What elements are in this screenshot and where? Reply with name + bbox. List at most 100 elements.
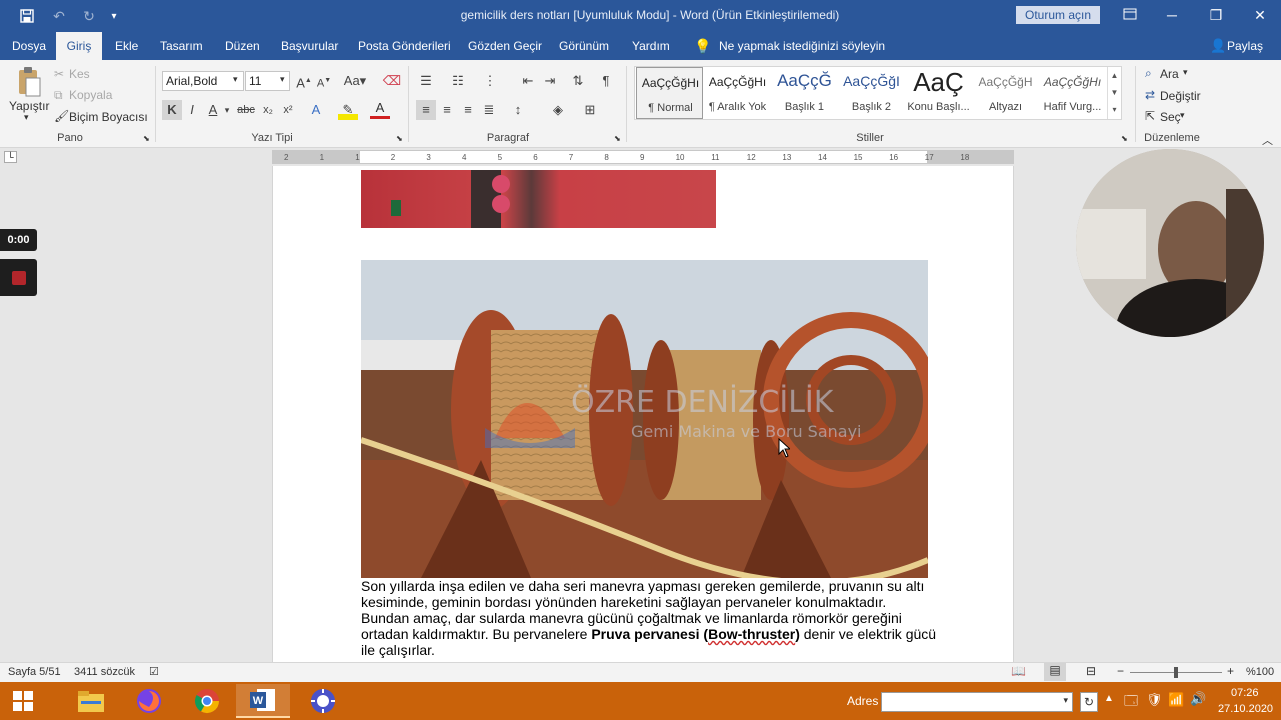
font-color-icon[interactable]: A — [370, 100, 390, 119]
screen-recorder-icon[interactable] — [296, 684, 350, 718]
customize-qat-icon[interactable]: ▾ — [106, 6, 122, 26]
paste-button[interactable]: Yapıştır — [9, 99, 49, 113]
select-dropdown-icon[interactable]: ▾ — [1180, 110, 1185, 121]
replace-button[interactable]: Değiştir — [1160, 89, 1201, 103]
align-right-icon[interactable]: ≡ — [458, 100, 478, 120]
font-launcher-icon[interactable]: ⬊ — [396, 134, 403, 143]
strikethrough-icon[interactable]: abc — [236, 100, 256, 120]
style-subtle-emphasis[interactable]: AaÇçĞğHı Hafif Vurg... — [1039, 67, 1106, 119]
chrome-icon[interactable] — [180, 684, 234, 718]
paste-icon[interactable] — [16, 66, 42, 98]
collapse-ribbon-icon[interactable]: ︿ — [1262, 132, 1273, 148]
find-dropdown-icon[interactable]: ▾ — [1183, 67, 1188, 78]
style-normal[interactable]: AaÇçĞğHı ¶ Normal — [636, 67, 703, 119]
paragraph-launcher-icon[interactable]: ⬊ — [614, 134, 621, 143]
styles-launcher-icon[interactable]: ⬊ — [1121, 134, 1128, 143]
zoom-level[interactable]: %100 — [1246, 666, 1274, 678]
start-button[interactable] — [0, 684, 46, 718]
tab-duzen[interactable]: Düzen — [225, 32, 260, 60]
sign-in-button[interactable]: Oturum açın — [1016, 6, 1100, 24]
word-icon[interactable]: W — [236, 684, 290, 718]
proofing-icon[interactable]: ☑ — [149, 665, 159, 678]
select-button[interactable]: Seç — [1160, 110, 1181, 124]
zoom-in-icon[interactable]: + — [1227, 664, 1234, 678]
format-painter-button[interactable]: Biçim Boyacısı — [69, 110, 148, 124]
body-paragraph[interactable]: Son yıllarda inşa edilen ve daha seri ma… — [361, 578, 941, 658]
tab-dosya[interactable]: Dosya — [12, 32, 46, 60]
mooring-winch-image[interactable]: ÖZRE DENİZCİLİK Gemi Makina ve Boru Sana… — [361, 260, 928, 578]
align-left-icon[interactable]: ≡ — [416, 100, 436, 120]
style-subtitle[interactable]: AaÇçĞğH Altyazı — [972, 67, 1039, 119]
undo-icon[interactable]: ↶ — [46, 6, 72, 26]
ribbon-display-options-icon[interactable] — [1110, 4, 1150, 26]
cut-button[interactable]: Kes — [69, 67, 90, 81]
tab-posta-gonderileri[interactable]: Posta Gönderileri — [358, 32, 451, 60]
style-heading-2[interactable]: AaÇçĞğI Başlık 2 — [838, 67, 905, 119]
line-spacing-icon[interactable]: ↕ — [508, 100, 528, 120]
tab-gorunum[interactable]: Görünüm — [559, 32, 609, 60]
stop-recording-button[interactable] — [0, 259, 37, 296]
tray-app-icon[interactable]: 🗔 — [1124, 692, 1138, 714]
tell-me-search[interactable]: Ne yapmak istediğinizi söyleyin — [719, 32, 885, 60]
style-heading-1[interactable]: AaÇçĞ Başlık 1 — [771, 67, 838, 119]
copy-button[interactable]: Kopyala — [69, 88, 112, 102]
defender-icon[interactable]: 🛡 — [1146, 692, 1163, 708]
zoom-out-icon[interactable]: − — [1117, 664, 1124, 678]
paste-dropdown-icon[interactable]: ▾ — [24, 112, 29, 123]
justify-icon[interactable]: ≣ — [479, 100, 499, 120]
address-refresh-icon[interactable]: ↻ — [1080, 692, 1098, 712]
anchor-windlass-image[interactable] — [361, 170, 716, 228]
word-count[interactable]: 3411 sözcük — [74, 666, 135, 678]
restore-icon[interactable]: ❐ — [1196, 4, 1236, 26]
clipboard-launcher-icon[interactable]: ⬊ — [143, 134, 150, 143]
redo-icon[interactable]: ↻ — [78, 6, 100, 26]
firefox-icon[interactable] — [122, 684, 176, 718]
zoom-slider-thumb[interactable] — [1174, 667, 1178, 678]
numbering-icon[interactable]: ☷ — [448, 71, 468, 91]
close-icon[interactable]: ✕ — [1240, 4, 1280, 26]
font-size-dropdown-icon[interactable]: ▾ — [280, 74, 285, 85]
page-count[interactable]: Sayfa 5/51 — [8, 666, 61, 678]
italic-button[interactable]: I — [182, 100, 202, 120]
font-name-field[interactable]: Arial,Bold — [162, 71, 244, 91]
bold-button[interactable]: K — [162, 100, 182, 120]
clock-date[interactable]: 27.10.2020 — [1218, 703, 1273, 715]
lightbulb-icon[interactable]: 💡 — [694, 32, 711, 60]
text-effects-icon[interactable]: A — [306, 100, 326, 120]
file-explorer-icon[interactable] — [64, 684, 118, 718]
superscript-icon[interactable]: x² — [278, 100, 298, 120]
read-mode-icon[interactable]: 📖 — [1011, 664, 1026, 678]
change-case-icon[interactable]: Aa▾ — [342, 71, 368, 91]
styles-scroll-icon[interactable]: ▲ ▼ ▾ — [1107, 67, 1121, 119]
address-input[interactable]: ▾ — [881, 692, 1073, 712]
tab-yardim[interactable]: Yardım — [632, 32, 670, 60]
show-formatting-icon[interactable]: ¶ — [596, 71, 616, 91]
increase-indent-icon[interactable]: ⇥ — [540, 71, 560, 91]
tab-tasarim[interactable]: Tasarım — [160, 32, 203, 60]
address-dropdown-icon[interactable]: ▾ — [1063, 695, 1068, 706]
tab-basvurular[interactable]: Başvurular — [281, 32, 338, 60]
share-button[interactable]: Paylaş — [1227, 32, 1263, 60]
sort-icon[interactable]: ⇅ — [568, 71, 588, 91]
underline-button[interactable]: A — [203, 100, 223, 120]
find-button[interactable]: Ara — [1160, 67, 1179, 81]
horizontal-ruler[interactable]: 2 1 1 2 3 4 5 6 7 8 9 10 11 12 13 14 15 16 17 18 — [272, 150, 1014, 164]
clock-time[interactable]: 07:26 — [1231, 687, 1259, 699]
clear-formatting-icon[interactable]: ⌫ — [382, 71, 402, 91]
web-layout-icon[interactable]: ⊟ — [1086, 664, 1096, 678]
document-page[interactable]: ÖZRE DENİZCİLİK Gemi Makina ve Boru Sana… — [272, 166, 1014, 662]
volume-icon[interactable]: 🔊 — [1190, 691, 1206, 707]
print-layout-icon[interactable]: ▤ — [1044, 663, 1066, 681]
decrease-indent-icon[interactable]: ⇤ — [518, 71, 538, 91]
bullets-icon[interactable]: ☰ — [416, 71, 436, 91]
style-no-spacing[interactable]: AaÇçĞğHı ¶ Aralık Yok — [704, 67, 771, 119]
underline-dropdown-icon[interactable]: ▾ — [221, 100, 233, 120]
multilevel-list-icon[interactable]: ⋮ — [480, 71, 500, 91]
show-hidden-icons-icon[interactable]: ▲ — [1104, 693, 1114, 704]
minimize-icon[interactable]: ─ — [1152, 4, 1192, 26]
align-center-icon[interactable]: ≡ — [437, 100, 457, 120]
tab-selector-icon[interactable]: └ — [4, 151, 17, 163]
highlight-icon[interactable]: ✎ — [338, 100, 358, 120]
grow-font-icon[interactable]: A▲ — [294, 71, 314, 91]
subscript-icon[interactable]: x₂ — [258, 100, 278, 120]
